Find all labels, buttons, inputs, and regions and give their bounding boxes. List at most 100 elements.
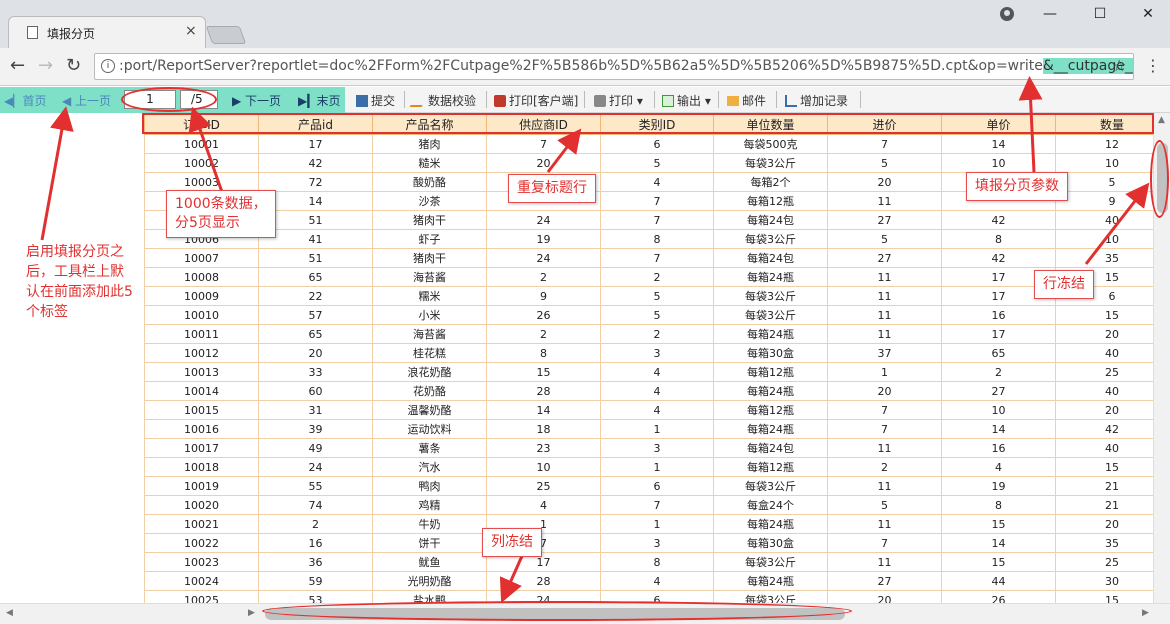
table-cell[interactable]: 7: [486, 134, 601, 154]
table-cell[interactable]: 4: [600, 381, 714, 401]
table-cell[interactable]: 每箱24瓶: [713, 381, 828, 401]
table-cell[interactable]: 桂花糕: [372, 343, 487, 363]
table-cell[interactable]: 10003: [144, 172, 259, 192]
table-cell[interactable]: 10018: [144, 457, 259, 477]
table-cell[interactable]: 65: [258, 267, 373, 287]
table-cell[interactable]: 每箱30盒: [713, 533, 828, 553]
table-cell[interactable]: 10011: [144, 324, 259, 344]
table-cell[interactable]: 31: [258, 400, 373, 420]
table-cell[interactable]: 10016: [144, 419, 259, 439]
table-cell[interactable]: 15: [1055, 590, 1169, 603]
table-cell[interactable]: 1: [600, 457, 714, 477]
table-cell[interactable]: 20: [1055, 324, 1169, 344]
table-cell[interactable]: 糙米: [372, 153, 487, 173]
table-cell[interactable]: 17: [258, 134, 373, 154]
table-cell[interactable]: 6: [600, 134, 714, 154]
first-page-button[interactable]: ◀▏首页: [4, 92, 46, 109]
table-cell[interactable]: 每箱24瓶: [713, 267, 828, 287]
table-cell[interactable]: 20: [827, 381, 942, 401]
browser-tab[interactable]: 填报分页 ×: [8, 16, 206, 48]
table-cell[interactable]: 运动饮料: [372, 419, 487, 439]
table-cell[interactable]: 11: [827, 305, 942, 325]
table-cell[interactable]: 2: [600, 324, 714, 344]
table-cell[interactable]: 7: [600, 248, 714, 268]
table-cell[interactable]: 每箱24瓶: [713, 514, 828, 534]
table-cell[interactable]: 40: [1055, 438, 1169, 458]
table-cell[interactable]: 光明奶酪: [372, 571, 487, 591]
table-cell[interactable]: 2: [941, 362, 1056, 382]
table-cell[interactable]: 2: [258, 514, 373, 534]
table-cell[interactable]: 汽水: [372, 457, 487, 477]
table-cell[interactable]: 27: [827, 248, 942, 268]
table-cell[interactable]: 16: [941, 438, 1056, 458]
table-cell[interactable]: 10: [941, 400, 1056, 420]
table-cell[interactable]: 10021: [144, 514, 259, 534]
table-cell[interactable]: 每箱24包: [713, 248, 828, 268]
table-cell[interactable]: 每箱24包: [713, 210, 828, 230]
table-cell[interactable]: 5: [600, 286, 714, 306]
table-cell[interactable]: 4: [600, 362, 714, 382]
table-cell[interactable]: 10015: [144, 400, 259, 420]
table-cell[interactable]: 小米: [372, 305, 487, 325]
table-cell[interactable]: 10001: [144, 134, 259, 154]
table-cell[interactable]: 2: [600, 267, 714, 287]
table-cell[interactable]: 每箱12瓶: [713, 400, 828, 420]
table-cell[interactable]: 5: [827, 229, 942, 249]
table-cell[interactable]: 鸡精: [372, 495, 487, 515]
table-cell[interactable]: 2: [486, 324, 601, 344]
table-cell[interactable]: 3: [600, 533, 714, 553]
table-cell[interactable]: 饼干: [372, 533, 487, 553]
table-cell[interactable]: 14: [941, 419, 1056, 439]
table-cell[interactable]: 20: [1055, 514, 1169, 534]
table-cell[interactable]: 23: [486, 438, 601, 458]
table-cell[interactable]: 9: [486, 286, 601, 306]
table-cell[interactable]: 55: [258, 476, 373, 496]
print-button[interactable]: 打印 ▾: [594, 92, 643, 109]
table-cell[interactable]: 每箱12瓶: [713, 457, 828, 477]
table-cell[interactable]: 4: [600, 172, 714, 192]
table-cell[interactable]: 33: [258, 362, 373, 382]
table-cell[interactable]: 10019: [144, 476, 259, 496]
table-cell[interactable]: 25: [1055, 362, 1169, 382]
table-cell[interactable]: 1: [600, 419, 714, 439]
table-cell[interactable]: 44: [941, 571, 1056, 591]
table-cell[interactable]: 牛奶: [372, 514, 487, 534]
table-cell[interactable]: 海苔酱: [372, 324, 487, 344]
table-cell[interactable]: 每盒24个: [713, 495, 828, 515]
table-cell[interactable]: 4: [486, 495, 601, 515]
table-cell[interactable]: 20: [486, 153, 601, 173]
table-cell[interactable]: 每箱30盒: [713, 343, 828, 363]
table-cell[interactable]: 8: [941, 229, 1056, 249]
table-cell[interactable]: 1: [827, 362, 942, 382]
table-cell[interactable]: 10024: [144, 571, 259, 591]
table-cell[interactable]: 19: [941, 476, 1056, 496]
table-cell[interactable]: 11: [827, 476, 942, 496]
table-cell[interactable]: 3: [600, 438, 714, 458]
table-cell[interactable]: 3: [600, 343, 714, 363]
table-cell[interactable]: 10023: [144, 552, 259, 572]
table-cell[interactable]: 11: [827, 514, 942, 534]
table-cell[interactable]: 5: [827, 153, 942, 173]
table-cell[interactable]: 39: [258, 419, 373, 439]
table-cell[interactable]: 15: [1055, 305, 1169, 325]
table-cell[interactable]: 10013: [144, 362, 259, 382]
back-icon[interactable]: ←: [10, 55, 25, 76]
table-cell[interactable]: 虾子: [372, 229, 487, 249]
scroll-right-icon[interactable]: ▶: [1142, 608, 1149, 618]
table-cell[interactable]: 7: [600, 210, 714, 230]
table-cell[interactable]: 14: [941, 134, 1056, 154]
table-cell[interactable]: 25: [1055, 552, 1169, 572]
new-tab-button[interactable]: [205, 26, 247, 44]
table-cell[interactable]: 海苔酱: [372, 267, 487, 287]
table-cell[interactable]: 鱿鱼: [372, 552, 487, 572]
scroll-left-frozen-icon[interactable]: ▶: [248, 608, 255, 618]
table-cell[interactable]: 11: [827, 267, 942, 287]
table-cell[interactable]: 每袋3公斤: [713, 590, 828, 603]
table-cell[interactable]: 10: [1055, 229, 1169, 249]
add-record-button[interactable]: 增加记录: [785, 92, 848, 109]
table-cell[interactable]: 糯米: [372, 286, 487, 306]
table-cell[interactable]: 21: [1055, 495, 1169, 515]
table-cell[interactable]: 沙茶: [372, 191, 487, 211]
table-cell[interactable]: 42: [258, 153, 373, 173]
table-cell[interactable]: 11: [827, 191, 942, 211]
